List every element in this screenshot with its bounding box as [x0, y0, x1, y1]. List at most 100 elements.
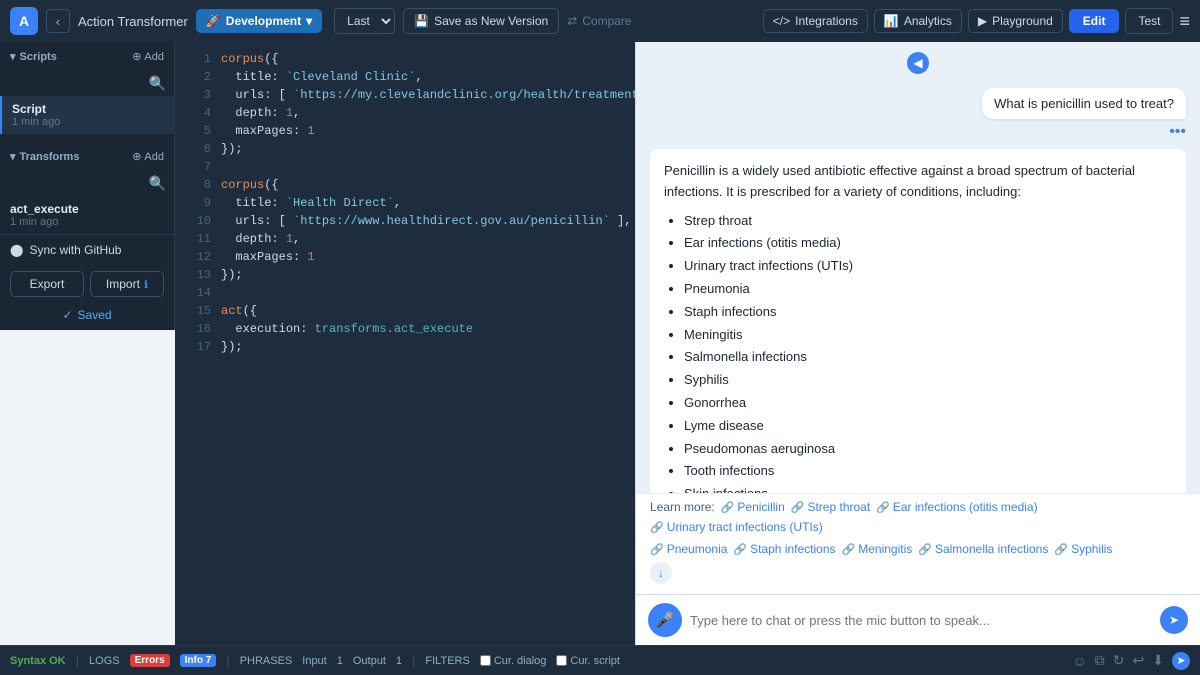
back-button[interactable]: ‹	[46, 9, 70, 33]
version-select[interactable]: Last	[334, 8, 395, 34]
code-line: 2 title: `Cleveland Clinic`,	[175, 70, 635, 88]
condition-item: Strep throat	[684, 211, 1172, 232]
compare-button[interactable]: ⇄ Compare	[567, 14, 631, 28]
refresh-icon[interactable]: ↻	[1113, 652, 1125, 669]
chevron-down-icon: ▾	[306, 14, 312, 28]
cur-script-checkbox[interactable]: Cur. script	[556, 655, 620, 667]
github-icon: ⬤	[10, 243, 23, 257]
chat-input-row: 🎤 ➤	[636, 594, 1200, 645]
learn-more-tag[interactable]: 🔗Ear infections (otitis media)	[876, 500, 1037, 514]
code-line: 4 depth: 1,	[175, 106, 635, 124]
import-label: Import	[106, 277, 140, 291]
code-line: 6});	[175, 142, 635, 160]
info-icon: ℹ	[144, 278, 148, 291]
info-count: 7	[206, 655, 212, 666]
send-button[interactable]: ➤	[1160, 606, 1188, 634]
cur-dialog-input[interactable]	[480, 655, 491, 666]
plus-icon: ⊕	[132, 150, 141, 163]
condition-item: Lyme disease	[684, 416, 1172, 437]
code-line: 12 maxPages: 1	[175, 250, 635, 268]
plus-icon: ⊕	[132, 50, 141, 63]
syntax-status: Syntax OK	[10, 655, 66, 667]
condition-item: Ear infections (otitis media)	[684, 233, 1172, 254]
scripts-toggle[interactable]: ▾ Scripts	[10, 50, 57, 63]
arrow-right-icon[interactable]: ➤	[1172, 652, 1190, 670]
scripts-search-row: 🔍	[0, 71, 174, 96]
download-icon[interactable]: ⬇	[1152, 652, 1164, 669]
transforms-toggle[interactable]: ▾ Transforms	[10, 150, 79, 163]
check-icon: ✓	[62, 308, 72, 322]
code-line: 8corpus({	[175, 178, 635, 196]
phrases-button[interactable]: PHRASES	[240, 655, 293, 667]
code-line: 5 maxPages: 1	[175, 124, 635, 142]
learn-more-tag[interactable]: 🔗Staph infections	[733, 542, 835, 556]
cur-dialog-checkbox[interactable]: Cur. dialog	[480, 655, 547, 667]
errors-label: Errors	[135, 655, 165, 666]
learn-more-tag[interactable]: 🔗Syphilis	[1054, 542, 1112, 556]
import-button[interactable]: Import ℹ	[90, 271, 164, 297]
test-button[interactable]: Test	[1125, 8, 1173, 34]
scripts-section-header: ▾ Scripts ⊕ Add	[0, 42, 174, 71]
separator1: |	[76, 653, 79, 668]
sidebar-item-act-execute[interactable]: act_execute 1 min ago	[0, 196, 174, 234]
mic-button[interactable]: 🎤	[648, 603, 682, 637]
analytics-button[interactable]: 📊 Analytics	[874, 9, 962, 33]
code-line: 7	[175, 160, 635, 178]
learn-more-tag[interactable]: 🔗Urinary tract infections (UTIs)	[650, 520, 823, 534]
output-label: Output	[353, 655, 386, 667]
sidebar-item-script[interactable]: Script 1 min ago	[0, 96, 174, 134]
github-sync-row[interactable]: ⬤ Sync with GitHub	[0, 234, 174, 265]
search-icon[interactable]: 🔍	[149, 175, 166, 192]
learn-more-tag[interactable]: 🔗Salmonella infections	[918, 542, 1048, 556]
copy-icon[interactable]: ⧉	[1095, 652, 1105, 669]
edit-button[interactable]: Edit	[1069, 9, 1120, 33]
cur-script-input[interactable]	[556, 655, 567, 666]
chevron-down-icon: ▾	[10, 150, 16, 163]
learn-more-tag[interactable]: 🔗Pneumonia	[650, 542, 727, 556]
info-badge[interactable]: Info 7	[180, 654, 217, 667]
save-version-button[interactable]: 💾 Save as New Version	[403, 8, 559, 34]
code-line: 13});	[175, 268, 635, 286]
message-dots: •••	[1169, 123, 1186, 141]
integrations-icon: </>	[773, 14, 790, 28]
search-icon[interactable]: 🔍	[149, 75, 166, 92]
script-title: Script	[12, 102, 164, 116]
learn-more-label: Learn more:	[650, 500, 715, 514]
scripts-label: Scripts	[20, 51, 57, 63]
user-message-bubble: What is penicillin used to treat?	[982, 88, 1186, 119]
navbar-right: </> Integrations 📊 Analytics ▶ Playgroun…	[763, 8, 1190, 34]
undo-icon[interactable]: ↩	[1133, 652, 1145, 669]
transforms-section-header: ▾ Transforms ⊕ Add	[0, 142, 174, 171]
playground-button[interactable]: ▶ Playground	[968, 9, 1063, 33]
bottom-bar: Syntax OK | LOGS Errors Info 7 | PHRASES…	[0, 645, 1200, 675]
chat-toggle-button[interactable]: ◀	[907, 52, 929, 74]
output-count: 1	[396, 655, 402, 667]
smiley-icon[interactable]: ☺	[1073, 653, 1087, 669]
learn-more-row1: Learn more: 🔗Penicillin 🔗Strep throat 🔗Ear…	[636, 493, 1200, 538]
condition-item: Urinary tract infections (UTIs)	[684, 256, 1172, 277]
chat-input[interactable]	[690, 613, 1152, 628]
add-script-button[interactable]: ⊕ Add	[132, 50, 164, 63]
act-execute-time: 1 min ago	[10, 216, 164, 228]
logs-button[interactable]: LOGS	[89, 655, 120, 667]
integrations-button[interactable]: </> Integrations	[763, 9, 868, 33]
scroll-down-button[interactable]: ↓	[650, 562, 672, 584]
code-editor[interactable]: 1corpus({2 title: `Cleveland Clinic`,3 u…	[175, 42, 635, 645]
chat-panel: ◀ What is penicillin used to treat? ••• …	[635, 42, 1200, 645]
playground-label: Playground	[992, 14, 1053, 28]
condition-item: Skin infections	[684, 484, 1172, 493]
errors-badge[interactable]: Errors	[130, 654, 170, 667]
dev-branch-button[interactable]: 🚀 Development ▾	[196, 9, 322, 33]
export-button[interactable]: Export	[10, 271, 84, 297]
saved-status-row: ✓ Saved	[0, 303, 174, 330]
add-transform-button[interactable]: ⊕ Add	[132, 150, 164, 163]
add-label: Add	[144, 51, 164, 63]
learn-more-tag[interactable]: 🔗Strep throat	[791, 500, 870, 514]
condition-item: Tooth infections	[684, 461, 1172, 482]
condition-item: Syphilis	[684, 370, 1172, 391]
condition-item: Gonorrhea	[684, 393, 1172, 414]
menu-button[interactable]: ≡	[1179, 11, 1190, 32]
learn-more-tag[interactable]: 🔗Penicillin	[721, 500, 785, 514]
learn-more-tag[interactable]: 🔗Meningitis	[842, 542, 913, 556]
compare-icon: ⇄	[567, 14, 577, 28]
